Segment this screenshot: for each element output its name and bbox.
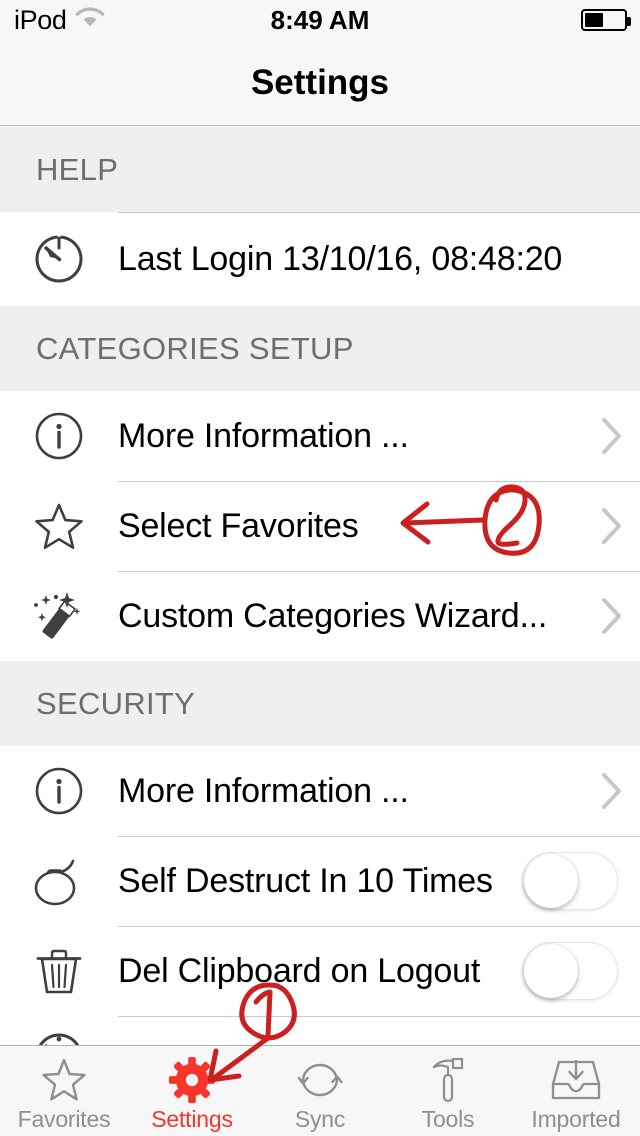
section-header-security: SECURITY (0, 661, 640, 746)
row-custom-categories-wizard[interactable]: Custom Categories Wizard... (0, 571, 640, 661)
tab-label: Settings (151, 1105, 233, 1132)
settings-list[interactable]: HELP Last Login 13/10/16, 08:48:20 CATEG… (0, 127, 640, 1045)
info-circle-icon (0, 746, 118, 836)
page-title: Settings (250, 62, 390, 102)
star-icon (0, 481, 118, 571)
tab-imported[interactable]: Imported (512, 1046, 640, 1136)
row-last-login[interactable]: Last Login 13/10/16, 08:48:20 (0, 212, 640, 306)
tab-favorites[interactable]: Favorites (0, 1046, 128, 1136)
tab-tools[interactable]: Tools (384, 1046, 512, 1136)
status-bar-right (581, 0, 631, 40)
tab-label: Favorites (17, 1105, 111, 1132)
sync-icon (294, 1054, 346, 1104)
row-label: Del Clipboard on Logout (118, 951, 481, 990)
chevron-right-icon (584, 772, 640, 810)
row-more-information-security[interactable]: More Information ... (0, 746, 640, 836)
trash-icon (0, 926, 118, 1016)
section-header-help: HELP (0, 127, 640, 212)
stopwatch-icon (0, 212, 118, 306)
app-screen: iPod 8:49 AM Settings HELP Last Login 13… (0, 0, 640, 1136)
tab-label: Sync (294, 1105, 346, 1132)
gear-icon (167, 1054, 217, 1104)
row-label: More Information ... (118, 771, 409, 810)
section-header-categories-setup: CATEGORIES SETUP (0, 306, 640, 391)
chevron-right-icon (584, 597, 640, 635)
row-label: More Information ... (118, 416, 409, 455)
row-label: Custom Categories Wizard... (118, 596, 548, 635)
row-del-clipboard[interactable]: Del Clipboard on Logout (0, 926, 640, 1016)
row-select-favorites[interactable]: Select Favorites (0, 481, 640, 571)
inbox-tray-icon (549, 1054, 603, 1104)
self-destruct-toggle[interactable] (522, 852, 618, 910)
row-more-information-categories[interactable]: More Information ... (0, 391, 640, 481)
row-label: Self Destruct In 10 Times (118, 861, 493, 900)
row-label: Select Favorites (118, 506, 359, 545)
tab-label: Tools (421, 1105, 475, 1132)
tab-label: Imported (531, 1105, 621, 1132)
magic-wand-icon (0, 571, 118, 661)
star-icon (39, 1054, 89, 1104)
navigation-bar: Settings (0, 40, 640, 126)
status-bar: iPod 8:49 AM (0, 0, 640, 40)
status-bar-time: 8:49 AM (270, 4, 370, 35)
bomb-icon (0, 836, 118, 926)
tab-bar[interactable]: Favorites Settings Sync Tools Imported (0, 1045, 640, 1136)
chevron-right-icon (584, 417, 640, 455)
tab-sync[interactable]: Sync (256, 1046, 384, 1136)
del-clipboard-toggle[interactable] (522, 942, 618, 1000)
row-label: Last Login 13/10/16, 08:48:20 (118, 239, 563, 278)
battery-icon (581, 9, 631, 31)
row-partially-visible-next[interactable] (0, 1016, 640, 1045)
hammer-icon (423, 1054, 473, 1104)
tab-settings[interactable]: Settings (128, 1046, 256, 1136)
partial-clock-icon (30, 1028, 88, 1045)
row-self-destruct[interactable]: Self Destruct In 10 Times (0, 836, 640, 926)
chevron-right-icon (584, 507, 640, 545)
info-circle-icon (0, 391, 118, 481)
